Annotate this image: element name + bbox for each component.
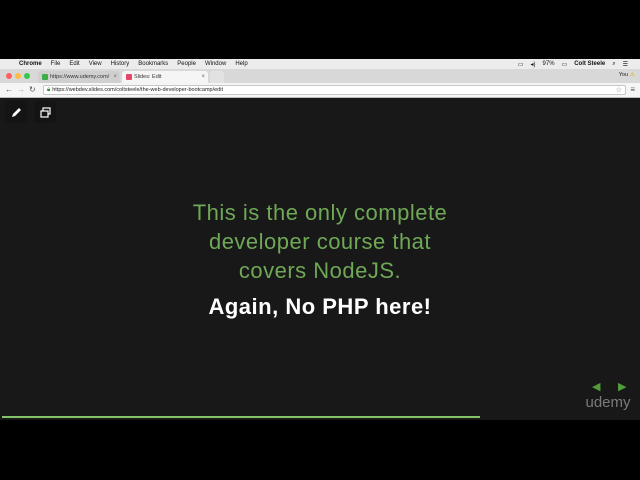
udemy-favicon-icon: [42, 74, 48, 80]
slide-line-2: developer course that: [208, 229, 432, 254]
profile-button[interactable]: You: [619, 72, 628, 78]
chrome-menu-icon[interactable]: ≡: [630, 85, 635, 94]
menu-app-chrome[interactable]: Chrome: [19, 61, 42, 67]
menu-people[interactable]: People: [177, 61, 196, 67]
tab-strip: https://www.udemy.com/ × Slides: Edit × …: [0, 69, 640, 83]
tab-slides-title: Slides: Edit: [134, 74, 162, 80]
lock-icon: 🔒︎: [47, 86, 51, 93]
slide-progress-bar: [2, 416, 480, 418]
screen-icon[interactable]: ▭: [518, 61, 524, 68]
battery-label[interactable]: 97%: [543, 61, 555, 67]
macos-menu-bar: Chrome File Edit View History Bookmarks …: [0, 59, 640, 69]
url-text: https://webdev.slides.com/coltsteele/the…: [52, 87, 223, 93]
tab-udemy[interactable]: https://www.udemy.com/ ×: [38, 71, 120, 83]
close-icon[interactable]: ×: [201, 74, 205, 80]
close-window-button[interactable]: [6, 73, 12, 79]
address-bar[interactable]: 🔒︎ https://webdev.slides.com/coltsteele/…: [43, 85, 626, 95]
user-name[interactable]: Colt Steele: [574, 61, 605, 67]
list-icon[interactable]: ☰: [623, 61, 628, 68]
fullscreen-icon[interactable]: [34, 101, 56, 123]
zoom-window-button[interactable]: [24, 73, 30, 79]
tab-slides-edit[interactable]: Slides: Edit ×: [122, 71, 208, 83]
volume-icon[interactable]: ◂): [531, 61, 536, 68]
menu-history[interactable]: History: [111, 61, 130, 67]
slides-favicon-icon: [126, 74, 132, 80]
udemy-logo-text: udemy: [585, 394, 631, 411]
back-icon[interactable]: ←: [5, 85, 13, 94]
next-arrow-icon[interactable]: ▶: [618, 380, 626, 393]
warning-icon: ⚠: [629, 72, 635, 78]
forward-icon[interactable]: →: [17, 85, 25, 94]
battery-icon[interactable]: ▭: [562, 61, 568, 68]
tab-udemy-title: https://www.udemy.com/: [50, 74, 110, 80]
close-icon[interactable]: ×: [113, 74, 117, 80]
toolbar: ← → ↻ 🔒︎ https://webdev.slides.com/colts…: [0, 83, 640, 98]
search-icon[interactable]: ⌕: [612, 61, 615, 68]
minimize-window-button[interactable]: [15, 73, 21, 79]
menu-view[interactable]: View: [89, 61, 102, 67]
slide-stage: This is the only complete developer cour…: [0, 98, 640, 420]
menu-window[interactable]: Window: [205, 61, 226, 67]
menu-file[interactable]: File: [51, 61, 61, 67]
slide-line-3: covers NodeJS.: [238, 258, 402, 283]
menu-edit[interactable]: Edit: [69, 61, 79, 67]
menu-bookmarks[interactable]: Bookmarks: [138, 61, 168, 67]
pen-icon[interactable]: [5, 101, 27, 123]
slide-content: This is the only complete developer cour…: [120, 198, 520, 321]
menu-help[interactable]: Help: [235, 61, 247, 67]
slide-line-1: This is the only complete: [192, 200, 448, 225]
prev-arrow-icon[interactable]: ◀: [592, 380, 600, 393]
reload-icon[interactable]: ↻: [29, 85, 36, 94]
udemy-watermark: ◀ ▶ udemy: [578, 380, 638, 414]
bookmark-star-icon[interactable]: ☆: [616, 86, 622, 94]
slide-emphasis: Again, No PHP here!: [208, 294, 432, 319]
new-tab-button[interactable]: [210, 71, 224, 83]
